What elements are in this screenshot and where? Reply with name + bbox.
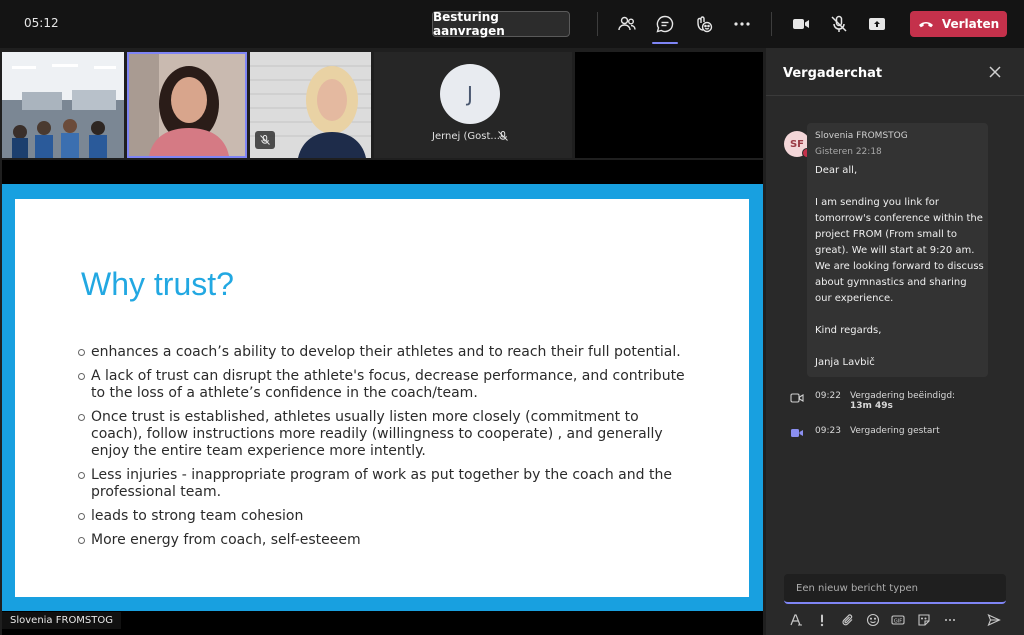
- message-paragraph: Janja Lavbič: [815, 357, 875, 368]
- slide-bullet: A lack of trust can disrupt the athlete'…: [77, 368, 687, 402]
- message-paragraph: I am sending you link for tomorrow's con…: [815, 197, 984, 304]
- chat-title: Vergaderchat: [783, 66, 883, 81]
- phone-hangup-icon: [918, 22, 933, 28]
- message-input[interactable]: [784, 574, 1006, 602]
- meeting-chat-panel: Vergaderchat SF Slovenia FROMSTOG Gister…: [766, 48, 1024, 635]
- chat-icon[interactable]: [653, 12, 677, 36]
- slide-bullet: leads to strong team cohesion: [77, 508, 687, 525]
- mic-off-icon: [498, 131, 508, 141]
- bullet-circle-icon: [78, 414, 85, 421]
- slide-bullet: More energy from coach, self-esteeem: [77, 532, 687, 549]
- bullet-circle-icon: [78, 537, 85, 544]
- participant-muted-badge: [255, 131, 275, 149]
- camera-filled-icon: [791, 429, 803, 437]
- meeting-toolbar: 05:12 Besturing aanvragen Verlaten: [0, 0, 1024, 48]
- mic-off-icon: [260, 135, 270, 145]
- mic-off-icon[interactable]: [827, 12, 851, 36]
- empty-video-tile: [575, 52, 763, 158]
- meeting-timer: 05:12: [24, 16, 59, 30]
- more-options-icon[interactable]: [730, 12, 754, 36]
- request-control-button[interactable]: Besturing aanvragen: [432, 10, 570, 38]
- important-icon[interactable]: [814, 612, 830, 628]
- bullet-circle-icon: [78, 373, 85, 380]
- leave-button-label: Verlaten: [941, 17, 1000, 31]
- chat-header: Vergaderchat: [766, 48, 1024, 96]
- slide-bullet: Less injuries - inappropriate program of…: [77, 467, 687, 501]
- meeting-started-event: 09:23 Vergadering gestart: [790, 426, 940, 439]
- chat-message[interactable]: Slovenia FROMSTOG Gisteren 22:18 Dear al…: [807, 123, 988, 377]
- send-icon[interactable]: [986, 612, 1002, 628]
- gif-icon[interactable]: GIF: [890, 612, 906, 628]
- shared-slide: Why trust? enhances a coach’s ability to…: [15, 199, 749, 597]
- share-screen-icon[interactable]: [865, 12, 889, 36]
- slide-bullet: Once trust is established, athletes usua…: [77, 409, 687, 460]
- bullet-circle-icon: [78, 349, 85, 356]
- svg-text:GIF: GIF: [894, 618, 902, 624]
- event-text: Vergadering beëindigd: 13m 49s: [849, 391, 956, 411]
- event-duration: 13m 49s: [849, 401, 893, 411]
- participant-video-room[interactable]: [2, 52, 124, 158]
- event-text: Vergadering gestart: [849, 426, 940, 436]
- message-paragraph: Dear all,: [815, 165, 858, 176]
- slide-bullet-list: enhances a coach’s ability to develop th…: [77, 344, 687, 556]
- sticker-icon[interactable]: [916, 612, 932, 628]
- participant-video-speaker[interactable]: [127, 52, 247, 158]
- slide-title: Why trust?: [81, 266, 234, 302]
- event-time: 09:22: [815, 391, 841, 401]
- camera-outline-icon: [790, 393, 804, 403]
- message-paragraph: Kind regards,: [815, 325, 882, 336]
- compose-box[interactable]: [784, 574, 1006, 604]
- meeting-ended-event: 09:22 Vergadering beëindigd: 13m 49s: [790, 391, 955, 411]
- chat-active-indicator: [652, 42, 678, 44]
- presenter-name-label: Slovenia FROMSTOG: [2, 612, 122, 629]
- camera-icon[interactable]: [789, 12, 813, 36]
- close-icon[interactable]: [988, 65, 1002, 79]
- toolbar-divider: [771, 12, 772, 36]
- message-body: Dear all, I am sending you link for tomo…: [815, 163, 985, 371]
- more-options-icon[interactable]: [942, 612, 958, 628]
- attach-icon[interactable]: [840, 612, 856, 628]
- leave-button[interactable]: Verlaten: [910, 11, 1007, 37]
- message-author: Slovenia FROMSTOG: [815, 131, 908, 141]
- participant-avatar: J: [440, 64, 500, 124]
- participant-name: Jernej (Gost...: [432, 131, 500, 142]
- bullet-circle-icon: [78, 513, 85, 520]
- bullet-circle-icon: [78, 472, 85, 479]
- event-time: 09:23: [815, 426, 841, 436]
- message-timestamp: Gisteren 22:18: [815, 147, 882, 157]
- format-icon[interactable]: [788, 612, 804, 628]
- emoji-icon[interactable]: [865, 612, 881, 628]
- toolbar-divider: [597, 12, 598, 36]
- people-icon[interactable]: [615, 12, 639, 36]
- slide-bullet: enhances a coach’s ability to develop th…: [77, 344, 687, 361]
- reactions-icon[interactable]: [692, 12, 716, 36]
